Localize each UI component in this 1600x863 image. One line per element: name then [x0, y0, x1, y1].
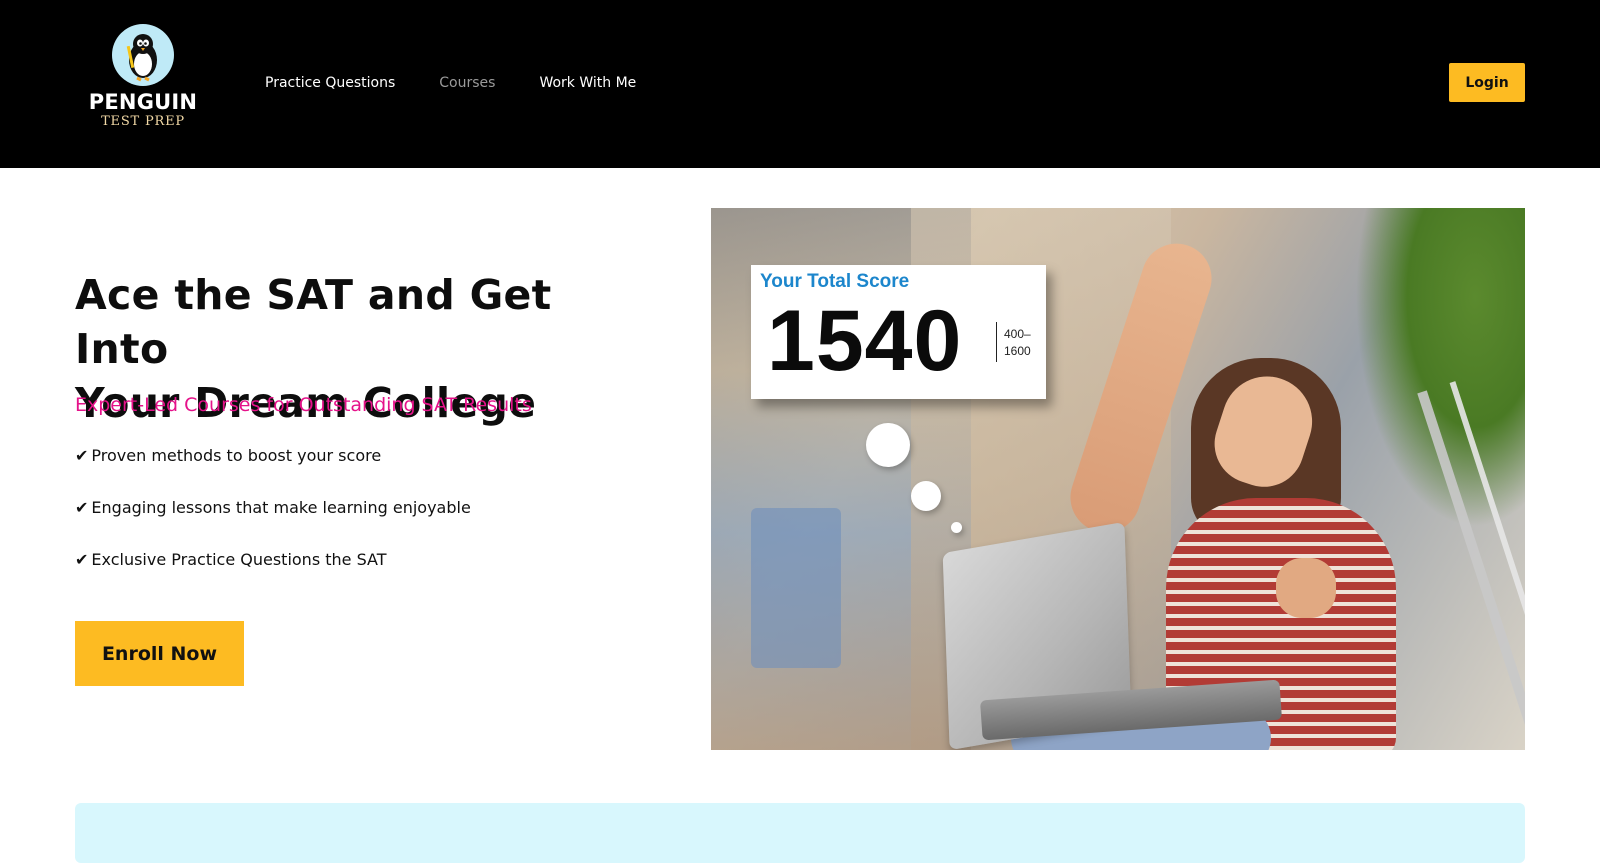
feature-list: ✔ Proven methods to boost your score ✔ Eng… [75, 445, 471, 601]
checkmark-icon: ✔ [75, 446, 89, 465]
nav-courses[interactable]: Courses [439, 73, 495, 93]
score-range-low: 400– [1004, 327, 1031, 341]
thought-bubble-small [951, 522, 962, 533]
score-label: Your Total Score [760, 271, 910, 292]
feature-text: Proven methods to boost your score [91, 446, 382, 465]
feature-item: ✔ Engaging lessons that make learning enj… [75, 497, 471, 549]
login-button[interactable]: Login [1449, 63, 1525, 102]
hero-image: Your Total Score 1540 400– 1600 [711, 208, 1525, 750]
background-window [751, 508, 841, 668]
site-header: PENGUIN TEST PREP Practice Questions Cou… [0, 0, 1600, 168]
background-plant [1355, 208, 1525, 528]
brand-tagline: TEST PREP [101, 114, 185, 129]
score-range: 400– 1600 [1004, 326, 1031, 360]
penguin-icon [112, 24, 174, 86]
checkmark-icon: ✔ [75, 498, 89, 517]
score-value: 1540 [767, 293, 963, 389]
thought-bubble-large [866, 423, 910, 467]
info-panel [75, 803, 1525, 863]
score-card: Your Total Score 1540 400– 1600 [751, 265, 1046, 399]
enroll-now-button[interactable]: Enroll Now [75, 621, 244, 686]
feature-text: Engaging lessons that make learning enjo… [91, 498, 471, 517]
main-nav: Practice Questions Courses Work With Me [265, 73, 680, 93]
feature-item: ✔ Exclusive Practice Questions the SAT [75, 549, 471, 601]
score-range-high: 1600 [1004, 344, 1031, 358]
brand-logo[interactable]: PENGUIN TEST PREP [78, 24, 208, 144]
checkmark-icon: ✔ [75, 550, 89, 569]
score-divider [996, 322, 997, 362]
feature-text: Exclusive Practice Questions the SAT [91, 550, 387, 569]
clenched-fist [1276, 558, 1336, 618]
hero-title-line-1: Ace the SAT and Get Into [75, 271, 552, 373]
brand-name: PENGUIN [88, 90, 198, 114]
nav-work-with-me[interactable]: Work With Me [539, 73, 636, 93]
nav-practice-questions[interactable]: Practice Questions [265, 73, 395, 93]
feature-item: ✔ Proven methods to boost your score [75, 445, 471, 497]
hero-subtitle: Expert-Led Courses for Outstanding SAT R… [75, 394, 532, 416]
thought-bubble-medium [911, 481, 941, 511]
